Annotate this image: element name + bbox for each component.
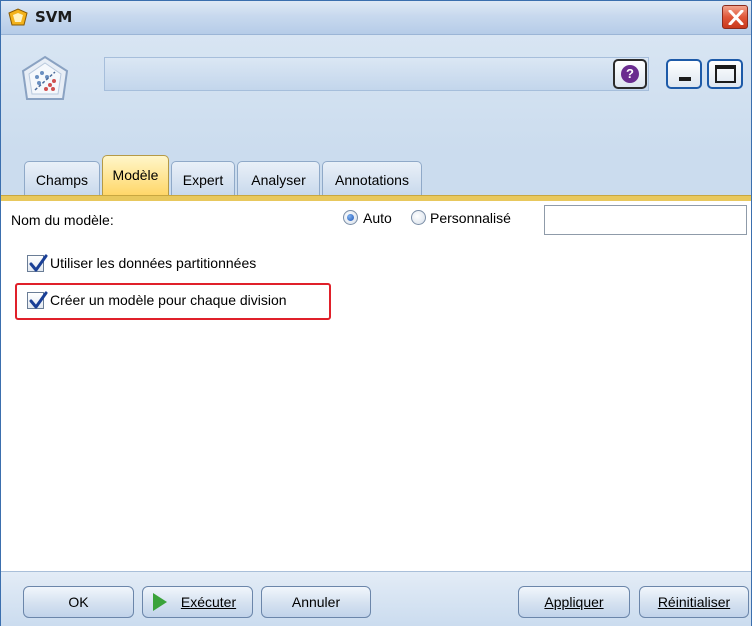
radio-custom[interactable] [411, 210, 426, 225]
close-button[interactable] [722, 5, 748, 29]
svm-model-icon [19, 55, 71, 107]
node-name-strip [104, 57, 649, 91]
maximize-icon [715, 65, 736, 83]
cancel-button-label: Annuler [291, 594, 341, 610]
checkmark-icon [29, 254, 48, 272]
minimize-button[interactable] [666, 59, 702, 89]
use-partitioned-checkbox[interactable] [27, 254, 48, 272]
button-bar: OK Exécuter Annuler Appliquer Réinitiali… [1, 571, 751, 626]
radio-auto-label[interactable]: Auto [363, 210, 392, 226]
use-partitioned-label[interactable]: Utiliser les données partitionnées [50, 255, 256, 271]
apply-button[interactable]: Appliquer [518, 586, 630, 618]
node-header: ? [1, 35, 751, 153]
radio-custom-label[interactable]: Personnalisé [430, 210, 511, 226]
checkmark-icon [29, 291, 48, 309]
reset-button[interactable]: Réinitialiser [639, 586, 749, 618]
play-icon [153, 593, 167, 611]
ok-button[interactable]: OK [23, 586, 134, 618]
svm-dialog-window: SVM ? Champs Modèle Expert Analyser Anno… [0, 0, 752, 626]
run-button[interactable]: Exécuter [142, 586, 253, 618]
tab-analyser[interactable]: Analyser [237, 161, 320, 195]
help-button[interactable]: ? [613, 59, 647, 89]
tab-bar: Champs Modèle Expert Analyser Annotation… [1, 153, 751, 195]
run-button-label: Exécuter [180, 594, 237, 610]
minimize-icon [679, 77, 691, 81]
tab-champs[interactable]: Champs [24, 161, 100, 195]
cancel-button[interactable]: Annuler [261, 586, 371, 618]
window-title: SVM [35, 8, 73, 26]
radio-auto[interactable] [343, 210, 358, 225]
apply-button-label: Appliquer [544, 594, 604, 610]
split-model-checkbox[interactable] [27, 291, 48, 309]
tab-expert[interactable]: Expert [171, 161, 235, 195]
title-bar[interactable]: SVM [1, 1, 751, 35]
close-icon [728, 10, 744, 25]
ok-button-label: OK [68, 594, 89, 610]
reset-button-label: Réinitialiser [657, 594, 731, 610]
tab-annotations[interactable]: Annotations [322, 161, 422, 195]
tab-modele[interactable]: Modèle [102, 155, 169, 195]
maximize-button[interactable] [707, 59, 743, 89]
model-name-input[interactable] [544, 205, 747, 235]
split-model-label[interactable]: Créer un modèle pour chaque division [50, 292, 287, 308]
model-name-label: Nom du modèle: [11, 212, 114, 228]
model-tab-panel: Nom du modèle: Auto Personnalisé Utilise… [1, 201, 751, 571]
svm-node-icon [7, 7, 29, 29]
help-icon: ? [621, 65, 639, 83]
